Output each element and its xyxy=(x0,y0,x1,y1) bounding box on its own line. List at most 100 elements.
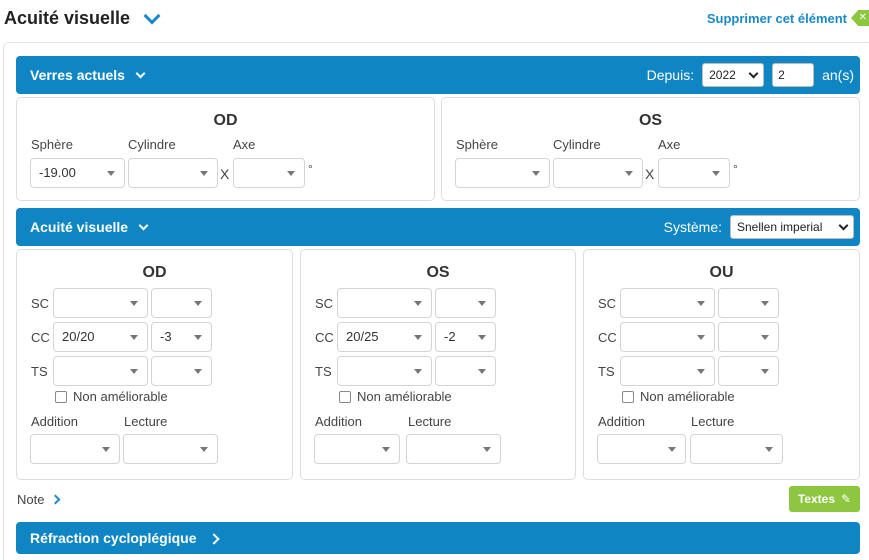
times-sign: X xyxy=(220,166,230,182)
verres-actuels-title: Verres actuels xyxy=(30,67,125,83)
os-cc-value: 20/25 xyxy=(346,329,379,344)
od-cc-mod-select[interactable]: -3 xyxy=(151,322,212,352)
ou-ts-select[interactable] xyxy=(620,356,715,386)
os-sc-select[interactable] xyxy=(337,288,432,318)
dropdown-arrow-icon xyxy=(697,335,705,340)
os-cylindre-select[interactable] xyxy=(553,158,643,188)
acuite-visuelle-title: Acuité visuelle xyxy=(30,219,129,235)
dropdown-arrow-icon xyxy=(194,301,202,306)
ou-non-ameliorable-checkbox[interactable] xyxy=(622,390,634,403)
dropdown-arrow-icon xyxy=(194,335,202,340)
systeme-group: Système: Snellen imperial xyxy=(664,208,854,246)
dropdown-arrow-icon xyxy=(761,369,769,374)
ou-non-ameliorable[interactable]: Non améliorable xyxy=(622,389,735,404)
cc-label: CC xyxy=(31,330,50,345)
ou-ts-mod-select[interactable] xyxy=(718,356,779,386)
os-ts-mod-select[interactable] xyxy=(435,356,496,386)
od-sc-select[interactable] xyxy=(53,288,148,318)
os-addition-select[interactable] xyxy=(314,434,400,464)
lecture-label: Lecture xyxy=(408,414,452,429)
os-sc-mod-select[interactable] xyxy=(435,288,496,318)
os-non-ameliorable[interactable]: Non améliorable xyxy=(339,389,452,404)
year-select[interactable]: 2022 xyxy=(702,63,765,87)
od-ts-mod-select[interactable] xyxy=(151,356,212,386)
chevron-down-icon[interactable] xyxy=(138,220,149,230)
depuis-group: Depuis: 2022 2 an(s) xyxy=(647,56,854,94)
ou-lecture-select[interactable] xyxy=(690,434,783,464)
chevron-right-icon[interactable] xyxy=(208,533,221,545)
od-cylindre-select[interactable] xyxy=(128,158,218,188)
od-axe-select[interactable] xyxy=(233,158,305,188)
os-ts-select[interactable] xyxy=(337,356,432,386)
ou-addition-select[interactable] xyxy=(597,434,686,464)
dropdown-arrow-icon xyxy=(414,335,422,340)
lecture-label: Lecture xyxy=(691,414,735,429)
dropdown-arrow-icon xyxy=(414,301,422,306)
od-cc-mod-value: -3 xyxy=(160,329,172,344)
os-cc-mod-select[interactable]: -2 xyxy=(435,322,496,352)
chevron-down-icon[interactable] xyxy=(143,7,161,24)
ts-label: TS xyxy=(31,364,48,379)
od-sc-mod-select[interactable] xyxy=(151,288,212,318)
os-axe-select[interactable] xyxy=(658,158,730,188)
od-non-ameliorable-checkbox[interactable] xyxy=(55,390,67,403)
page-title-text: Acuité visuelle xyxy=(4,8,131,28)
note-toggle[interactable]: Note xyxy=(17,492,61,507)
dropdown-arrow-icon xyxy=(130,335,138,340)
od-cc-select[interactable]: 20/20 xyxy=(53,322,148,352)
dropdown-arrow-icon xyxy=(668,447,676,452)
axe-label: Axe xyxy=(658,137,681,152)
verres-os-title: OS xyxy=(638,112,663,129)
os-sphere-select[interactable] xyxy=(455,158,550,188)
os-cc-mod-value: -2 xyxy=(444,329,456,344)
refraction-title: Réfraction cycloplégique xyxy=(30,530,197,546)
dropdown-arrow-icon xyxy=(130,301,138,306)
dropdown-arrow-icon xyxy=(130,369,138,374)
od-sphere-select[interactable]: -19.00 xyxy=(30,158,125,188)
addition-label: Addition xyxy=(598,414,645,429)
textes-button[interactable]: Textes ✎ xyxy=(789,486,860,512)
years-count-input[interactable]: 2 xyxy=(772,63,815,87)
od-lecture-select[interactable] xyxy=(123,434,218,464)
dropdown-arrow-icon xyxy=(200,447,208,452)
od-addition-select[interactable] xyxy=(30,434,120,464)
acuite-os-title: OS xyxy=(426,264,450,281)
sc-label: SC xyxy=(598,296,617,311)
acuite-od-panel: OD SC CC 20/20 -3 TS Non améliorable Add… xyxy=(16,249,293,480)
refraction-cycloplegique-header[interactable]: Réfraction cycloplégique xyxy=(16,522,860,554)
acuite-ou-panel: OU SC CC TS Non améliorable Addition Lec… xyxy=(583,249,860,480)
ou-sc-select[interactable] xyxy=(620,288,715,318)
os-cc-select[interactable]: 20/25 xyxy=(337,322,432,352)
chevron-right-icon[interactable] xyxy=(51,494,61,505)
sphere-label: Sphère xyxy=(456,137,498,152)
sphere-label: Sphère xyxy=(31,137,73,152)
cylindre-label: Cylindre xyxy=(553,137,601,152)
year-value: 2022 xyxy=(709,68,736,82)
pencil-icon: ✎ xyxy=(841,492,852,506)
addition-label: Addition xyxy=(31,414,78,429)
dropdown-arrow-icon xyxy=(414,369,422,374)
delete-icon[interactable]: ✕ xyxy=(851,10,869,26)
addition-label: Addition xyxy=(315,414,362,429)
chevron-down-icon[interactable] xyxy=(135,68,146,78)
ou-cc-select[interactable] xyxy=(620,322,715,352)
od-non-ameliorable[interactable]: Non améliorable xyxy=(55,389,168,404)
ou-cc-mod-select[interactable] xyxy=(718,322,779,352)
acuite-od-title: OD xyxy=(142,264,167,281)
page-title[interactable]: Acuité visuelle xyxy=(4,7,161,29)
dropdown-arrow-icon xyxy=(382,447,390,452)
depuis-label: Depuis: xyxy=(646,67,695,83)
cylindre-label: Cylindre xyxy=(128,137,176,152)
os-lecture-select[interactable] xyxy=(406,434,501,464)
verres-actuels-header[interactable]: Verres actuels Depuis: 2022 2 an(s) xyxy=(16,56,860,94)
dropdown-arrow-icon xyxy=(765,447,773,452)
os-non-ameliorable-checkbox[interactable] xyxy=(339,390,351,403)
ou-sc-mod-select[interactable] xyxy=(718,288,779,318)
dropdown-arrow-icon xyxy=(107,171,115,176)
sc-label: SC xyxy=(31,296,50,311)
systeme-select[interactable]: Snellen imperial xyxy=(730,215,854,239)
dropdown-arrow-icon xyxy=(761,335,769,340)
delete-element-link[interactable]: Supprimer cet élément xyxy=(707,11,847,26)
od-ts-select[interactable] xyxy=(53,356,148,386)
acuite-visuelle-header[interactable]: Acuité visuelle Système: Snellen imperia… xyxy=(16,208,860,246)
